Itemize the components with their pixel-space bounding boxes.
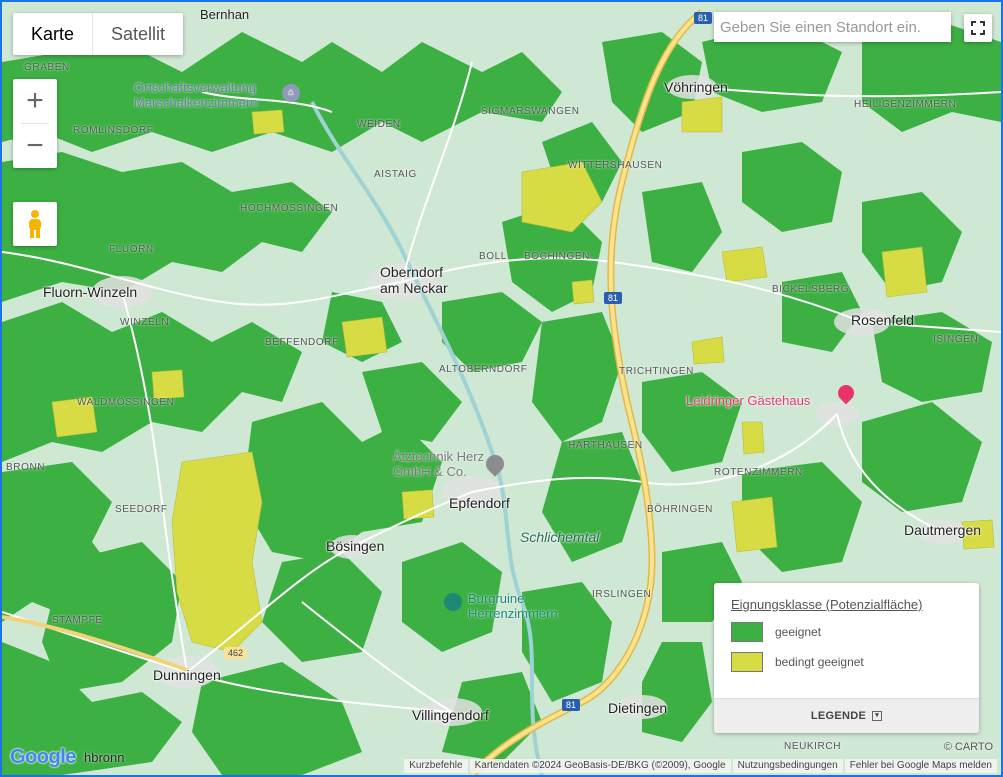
place-label: am Neckar: [380, 280, 448, 296]
map-frame[interactable]: Oberndorf am Neckar Fluorn-Winzeln Rosen…: [0, 0, 1003, 777]
report-error-link[interactable]: Fehler bei Google Maps melden: [844, 759, 997, 773]
place-label: Rotenzimmern: [714, 467, 803, 478]
place-label: Schlichemtal: [520, 529, 600, 545]
legend-panel: Eignungsklasse (Potenzialfläche) geeigne…: [714, 583, 979, 733]
legend-item: bedingt geeignet: [731, 652, 979, 672]
poi-marker[interactable]: Burgruine Herrenzimmern: [444, 591, 578, 621]
road-shield: 462: [224, 647, 248, 659]
legend-toggle-label: LEGENDE: [810, 710, 867, 722]
poi-label: Burgruine Herrenzimmern: [468, 591, 558, 621]
fullscreen-icon: [971, 21, 985, 35]
carto-attribution: © CARTO: [943, 741, 993, 753]
place-label: Aistaig: [374, 169, 417, 180]
legend-item: geeignet: [731, 622, 979, 642]
place-label: Oberndorf: [380, 264, 444, 280]
place-label: Beffendorf: [265, 337, 339, 348]
place-label: Graben: [24, 62, 70, 73]
building-icon: ⌂: [282, 84, 300, 102]
poi-marker[interactable]: Ortschaftsverwaltung Marschalkenzimmern …: [134, 80, 300, 110]
poi-marker[interactable]: Ätztechnik Herz GmbH & Co.: [393, 449, 508, 479]
place-label: Fluorn: [109, 244, 154, 255]
google-logo[interactable]: Google: [10, 746, 76, 769]
place-label: Fluorn-Winzeln: [43, 284, 138, 300]
road-shield: 81: [562, 699, 581, 711]
terms-link[interactable]: Nutzungsbedingungen: [732, 759, 843, 773]
street-view-button[interactable]: [13, 202, 57, 246]
place-label: Irslingen: [592, 589, 652, 600]
place-label: Dautmergen: [904, 522, 982, 538]
place-label: Seedorf: [115, 504, 168, 515]
place-label: Altoberndorf: [439, 364, 528, 375]
place-label: Bösingen: [326, 538, 385, 554]
place-label: Sigmarswangen: [481, 106, 580, 117]
place-label: Epfendorf: [449, 495, 510, 511]
place-label: Weiden: [357, 119, 401, 130]
poi-label: Ortschaftsverwaltung Marschalkenzimmern: [134, 80, 258, 110]
road-shield: 81: [694, 12, 713, 24]
place-label: Dunningen: [153, 667, 221, 683]
place-label: Waldmössingen: [77, 397, 175, 408]
place-label: Wittershausen: [568, 160, 663, 171]
place-label: hbronn: [84, 750, 125, 765]
castle-icon: [444, 593, 462, 611]
poi-marker[interactable]: Leidringer Gästehaus: [686, 381, 858, 408]
poi-label: Leidringer Gästehaus: [686, 393, 811, 408]
legend-swatch-suitable: [731, 622, 763, 642]
place-label: Vöhringen: [664, 79, 728, 95]
place-label: Böhringen: [647, 504, 713, 515]
zoom-in-button[interactable]: +: [13, 79, 57, 123]
tab-karte[interactable]: Karte: [13, 13, 92, 55]
place-label: BRONN: [6, 462, 46, 473]
logo-text: Google: [10, 746, 76, 768]
place-label: Bernhan: [200, 7, 250, 22]
place-label: Stampfe: [52, 615, 103, 626]
place-label: Neukirch: [784, 741, 842, 752]
road-shield: 81: [604, 292, 623, 304]
fullscreen-button[interactable]: [964, 14, 992, 42]
place-label: Heiligenzimmern: [854, 99, 957, 110]
legend-toggle-button[interactable]: LEGENDE ▾: [714, 698, 979, 733]
place-label: Harthausen: [568, 440, 643, 451]
place-label: Trichtingen: [619, 366, 694, 377]
place-label: Dietingen: [608, 700, 668, 716]
zoom-out-button[interactable]: −: [13, 124, 57, 168]
keyboard-shortcuts-link[interactable]: Kurzbefehle: [404, 759, 468, 773]
location-search: [714, 12, 951, 42]
map-type-control: Karte Satellit: [13, 13, 184, 55]
place-label: Villingendorf: [412, 707, 489, 723]
pegman-icon: [29, 210, 41, 238]
place-label: Winzeln: [120, 317, 170, 328]
search-input[interactable]: [714, 12, 951, 42]
map-data-attribution: Kartendaten ©2024 GeoBasis-DE/BKG (©2009…: [469, 759, 731, 773]
place-label: Romlinsdorf: [73, 125, 154, 136]
legend-swatch-conditional: [731, 652, 763, 672]
place-label: Rosenfeld: [851, 312, 915, 328]
zoom-control: + −: [13, 79, 57, 168]
legend-title[interactable]: Eignungsklasse (Potenzialfläche): [731, 597, 979, 612]
collapse-icon: ▾: [872, 711, 883, 721]
tab-satellit[interactable]: Satellit: [93, 13, 183, 55]
map-footer: Kurzbefehle Kartendaten ©2024 GeoBasis-D…: [402, 759, 997, 773]
poi-label: Ätztechnik Herz GmbH & Co.: [393, 449, 485, 479]
place-label: Hochmössingen: [240, 203, 339, 214]
place-label: Boll: [479, 251, 507, 262]
place-label: Bickelsberg: [772, 284, 850, 295]
place-label: Isingen: [933, 334, 979, 345]
place-label: Bochingen: [524, 251, 590, 262]
legend-label: geeignet: [775, 625, 822, 639]
legend-label: bedingt geeignet: [775, 655, 864, 669]
